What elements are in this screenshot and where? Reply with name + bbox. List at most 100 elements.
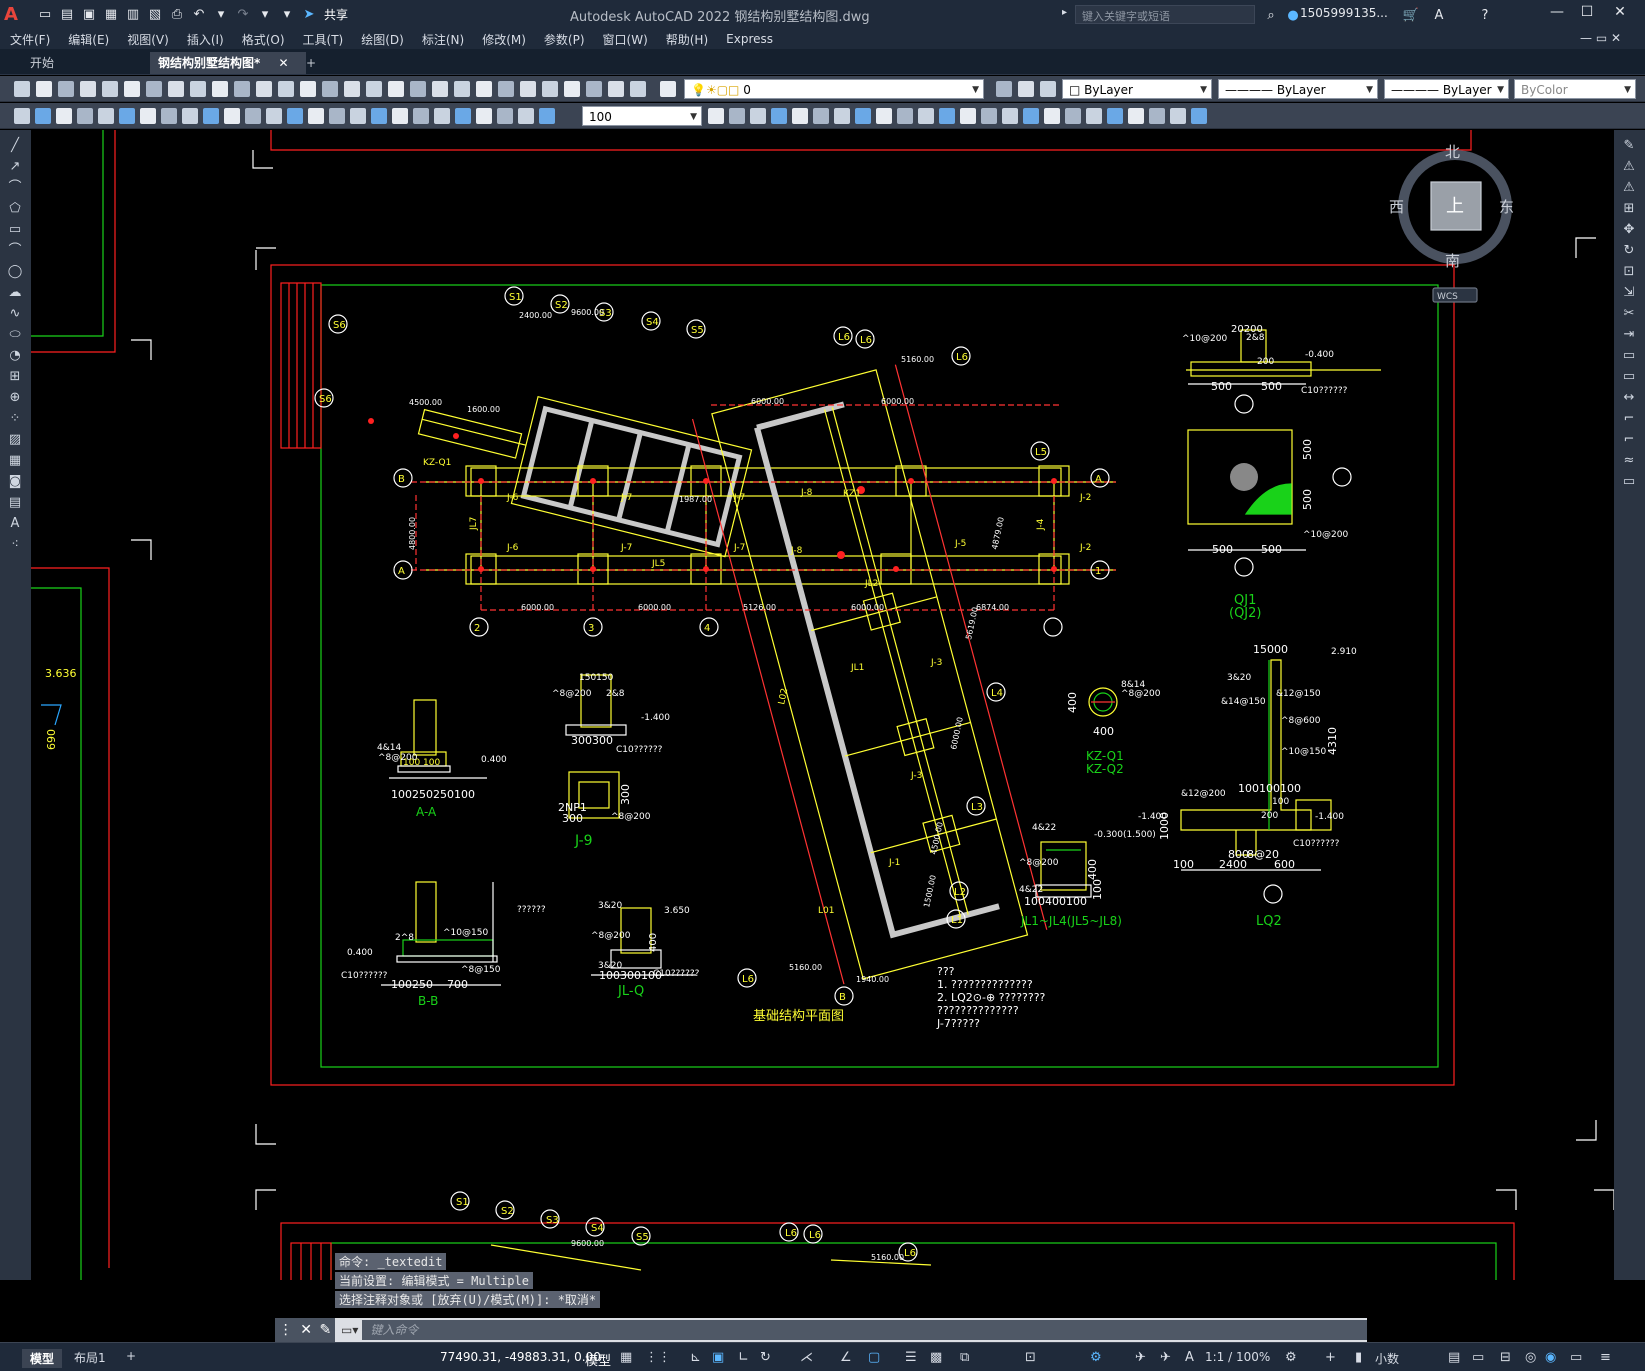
modify-tool-icon-40[interactable] bbox=[981, 108, 997, 124]
draw-tool-icon-11[interactable]: ◔ bbox=[7, 348, 23, 364]
modify-tool-icon-37[interactable] bbox=[918, 108, 934, 124]
open-icon[interactable]: ▤ bbox=[56, 4, 78, 26]
standard-tool-icon-2[interactable] bbox=[36, 81, 52, 97]
modify-tool-icon-18[interactable] bbox=[371, 108, 387, 124]
layer-dropdown[interactable]: 💡☀▢□ 0 ▼ bbox=[684, 79, 984, 99]
modify-tool-icon-28[interactable] bbox=[729, 108, 745, 124]
app-menu-logo[interactable]: A bbox=[0, 4, 34, 25]
modify-tool-icon-3[interactable] bbox=[56, 108, 72, 124]
modify-tool-icon-6[interactable]: ↻ bbox=[1621, 243, 1637, 259]
modify-tool-icon-44[interactable] bbox=[1065, 108, 1081, 124]
standard-tool-icon-29[interactable] bbox=[630, 81, 646, 97]
ortho-icon[interactable]: ∟ bbox=[738, 1350, 749, 1365]
share-button[interactable]: 共享 bbox=[324, 6, 348, 23]
modify-tool-icon-17[interactable] bbox=[350, 108, 366, 124]
units-value[interactable]: 小数 bbox=[1375, 1350, 1399, 1367]
draw-tool-icon-9[interactable]: ∿ bbox=[7, 306, 23, 322]
linetype-dropdown[interactable]: ———— ByLayer ▼ bbox=[1218, 79, 1378, 99]
modify-tool-icon-15[interactable] bbox=[308, 108, 324, 124]
tab-layout1[interactable]: 布局1 bbox=[74, 1349, 106, 1366]
menu-window[interactable]: 窗口(W) bbox=[603, 31, 648, 48]
modify-tool-icon-1[interactable] bbox=[14, 108, 30, 124]
minimize-button[interactable]: — bbox=[1542, 4, 1572, 20]
modify-tool-icon-9[interactable]: ✂ bbox=[1621, 306, 1637, 322]
draw-tool-icon-15[interactable]: ▨ bbox=[7, 432, 23, 448]
standard-tool-icon-9[interactable] bbox=[190, 81, 206, 97]
modify-tool-icon-42[interactable] bbox=[1023, 108, 1039, 124]
modify-tool-icon-2[interactable]: ⚠ bbox=[1621, 159, 1637, 175]
recent-commands-icon[interactable]: ▭▾ bbox=[341, 1323, 358, 1337]
standard-tool-icon-19[interactable] bbox=[410, 81, 426, 97]
standard-tool-icon-31[interactable] bbox=[996, 81, 1012, 97]
standard-tool-icon-3[interactable] bbox=[58, 81, 74, 97]
modify-tool-icon-39[interactable] bbox=[960, 108, 976, 124]
annotation-monitor-icon[interactable]: ⚙ bbox=[1090, 1350, 1102, 1365]
modify-tool-icon-49[interactable] bbox=[1170, 108, 1186, 124]
modify-tool-icon-15[interactable]: ⌐ bbox=[1621, 432, 1637, 448]
standard-tool-icon-5[interactable] bbox=[102, 81, 118, 97]
redo-dropdown-icon[interactable]: ▾ bbox=[254, 4, 276, 26]
customize-qat-icon[interactable]: ▾ bbox=[276, 4, 298, 26]
draw-tool-icon-5[interactable]: ▭ bbox=[7, 222, 23, 238]
modify-tool-icon-46[interactable] bbox=[1107, 108, 1123, 124]
modify-tool-icon-7[interactable]: ⊡ bbox=[1621, 264, 1637, 280]
annotation-plus-icon[interactable]: + bbox=[1325, 1350, 1336, 1365]
modify-tool-icon-5[interactable]: ✥ bbox=[1621, 222, 1637, 238]
new-icon[interactable]: ▭ bbox=[34, 4, 56, 26]
draw-tool-icon-14[interactable]: ⁘ bbox=[7, 411, 23, 427]
modify-tool-icon-11[interactable]: ▭ bbox=[1621, 348, 1637, 364]
tab-start[interactable]: 开始 bbox=[22, 52, 158, 74]
draw-tool-icon-4[interactable]: ⬠ bbox=[7, 201, 23, 217]
modify-tool-icon-1[interactable]: ✎ bbox=[1621, 138, 1637, 154]
draw-tool-icon-12[interactable]: ⊞ bbox=[7, 369, 23, 385]
save-icon[interactable]: ▣ bbox=[78, 4, 100, 26]
drag-handle-icon[interactable]: ⋮ bbox=[279, 1322, 293, 1338]
modify-tool-icon-47[interactable] bbox=[1128, 108, 1144, 124]
infer-constraints-icon[interactable]: ⊾ bbox=[690, 1350, 701, 1365]
drawing-area[interactable]: S1 S2 S3 S4 S5 S6 S6 L6 L6 L6 L5 L4 L3 L2 L1 L6 B B A A 1 2 3 4… bbox=[31, 130, 1614, 1280]
new-tab-button[interactable]: + bbox=[298, 52, 324, 74]
menu-express[interactable]: Express bbox=[726, 32, 773, 46]
standard-tool-icon-30[interactable] bbox=[660, 81, 676, 97]
modify-tool-icon-34[interactable] bbox=[855, 108, 871, 124]
modify-tool-icon-30[interactable] bbox=[771, 108, 787, 124]
modify-tool-icon-16[interactable] bbox=[329, 108, 345, 124]
menu-parametric[interactable]: 参数(P) bbox=[544, 31, 585, 48]
search-input[interactable]: 键入关键字或短语 bbox=[1075, 5, 1255, 24]
modify-tool-icon-2[interactable] bbox=[35, 108, 51, 124]
selection-cycling-icon[interactable]: ⧉ bbox=[960, 1350, 969, 1365]
workspace-gear-icon[interactable]: ⚙ bbox=[1285, 1350, 1297, 1365]
standard-tool-icon-20[interactable] bbox=[432, 81, 448, 97]
menu-file[interactable]: 文件(F) bbox=[10, 31, 50, 48]
modify-tool-icon-11[interactable] bbox=[224, 108, 240, 124]
standard-tool-icon-17[interactable] bbox=[366, 81, 382, 97]
draw-tool-icon-16[interactable]: ▦ bbox=[7, 453, 23, 469]
draw-tool-icon-1[interactable]: ╱ bbox=[7, 138, 23, 154]
tab-model[interactable]: 模型 bbox=[22, 1349, 63, 1368]
modify-tool-icon-48[interactable] bbox=[1149, 108, 1165, 124]
dim-scale-dropdown[interactable]: 100 ▼ bbox=[582, 106, 702, 126]
standard-tool-icon-32[interactable] bbox=[1018, 81, 1034, 97]
modify-tool-icon-12[interactable]: ▭ bbox=[1621, 369, 1637, 385]
modify-tool-icon-3[interactable]: ⚠ bbox=[1621, 180, 1637, 196]
modify-tool-icon-21[interactable] bbox=[434, 108, 450, 124]
search-expand-icon[interactable]: ▸ bbox=[1062, 7, 1067, 18]
plot-icon[interactable]: ⎙ bbox=[166, 4, 188, 26]
menu-insert[interactable]: 插入(I) bbox=[187, 31, 224, 48]
modify-tool-icon-10[interactable] bbox=[203, 108, 219, 124]
standard-tool-icon-13[interactable] bbox=[278, 81, 294, 97]
graphics-performance-icon[interactable]: ◎ bbox=[1525, 1350, 1536, 1365]
standard-tool-icon-1[interactable] bbox=[14, 81, 30, 97]
draw-tool-icon-8[interactable]: ☁ bbox=[7, 285, 23, 301]
standard-tool-icon-26[interactable] bbox=[564, 81, 580, 97]
standard-tool-icon-21[interactable] bbox=[454, 81, 470, 97]
menu-edit[interactable]: 编辑(E) bbox=[68, 31, 109, 48]
standard-tool-icon-16[interactable] bbox=[344, 81, 360, 97]
doc-window-controls[interactable]: — ▭ ✕ bbox=[1580, 31, 1621, 45]
standard-tool-icon-33[interactable] bbox=[1040, 81, 1056, 97]
modify-tool-icon-43[interactable] bbox=[1044, 108, 1060, 124]
modify-tool-icon-14[interactable]: ⌐ bbox=[1621, 411, 1637, 427]
standard-tool-icon-22[interactable] bbox=[476, 81, 492, 97]
draw-tool-icon-13[interactable]: ⊕ bbox=[7, 390, 23, 406]
modify-tool-icon-8[interactable] bbox=[161, 108, 177, 124]
